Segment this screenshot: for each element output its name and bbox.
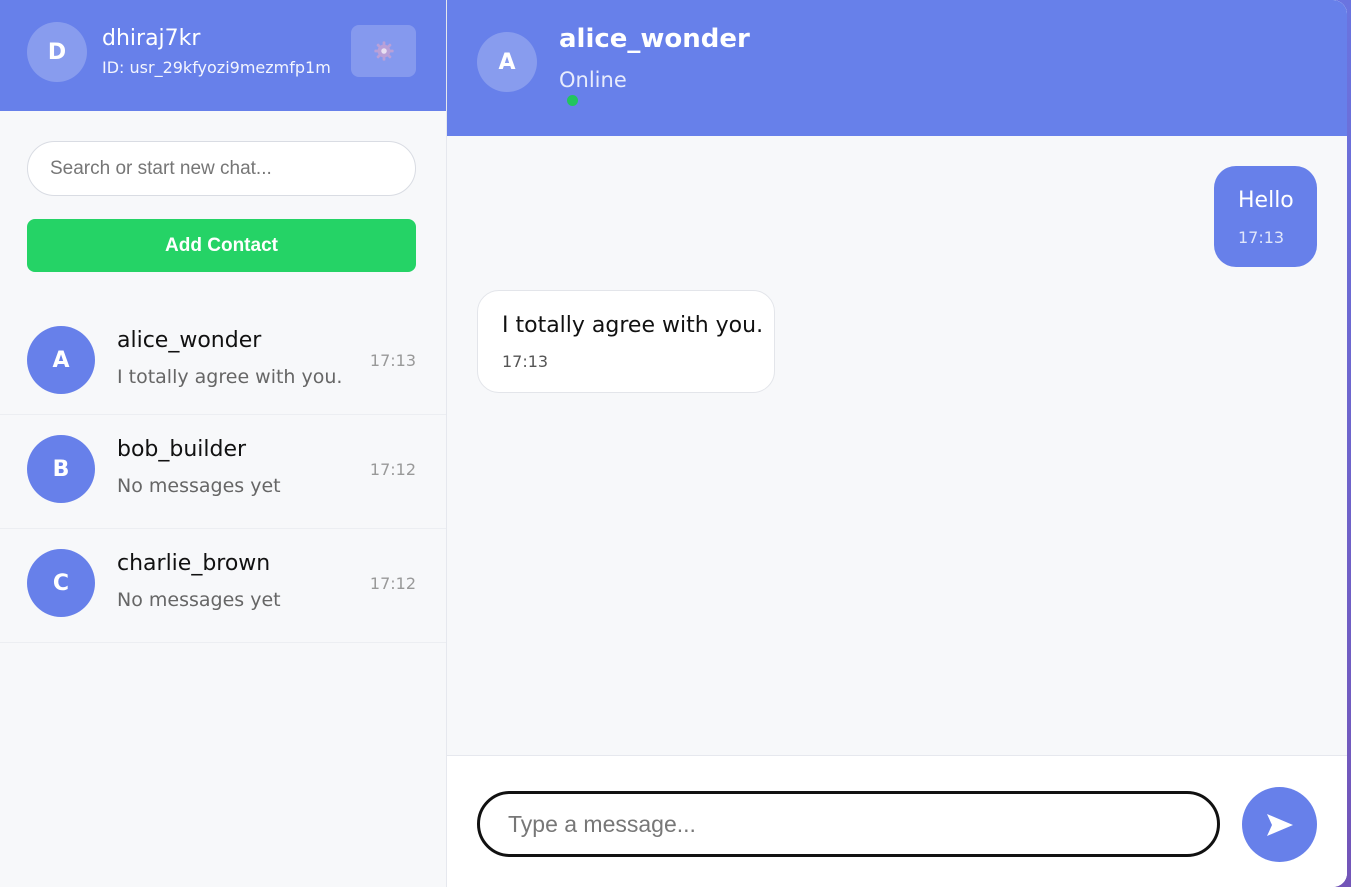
chat-header: A alice_wonder Online	[447, 0, 1347, 136]
peer-name: alice_wonder	[559, 24, 750, 54]
my-avatar: D	[27, 22, 87, 82]
contact-item-bob-builder[interactable]: B bob_builder No messages yet 17:12	[0, 415, 446, 529]
online-indicator	[567, 95, 578, 106]
contact-item-charlie-brown[interactable]: C charlie_brown No messages yet 17:12	[0, 529, 446, 643]
profile-header: D dhiraj7kr ID: usr_29kfyozi9mezmfp1m	[0, 0, 446, 111]
contact-name: alice_wonder	[117, 328, 262, 353]
last-message-preview: I totally agree with you.	[117, 366, 343, 388]
message-time: 17:13	[502, 352, 549, 371]
last-message-time: 17:12	[369, 574, 416, 593]
message-list: Hello 17:13 I totally agree with you. 17…	[447, 136, 1347, 755]
contact-item-alice-wonder[interactable]: A alice_wonder I totally agree with you.…	[0, 306, 446, 415]
gear-icon	[373, 41, 394, 61]
avatar: A	[27, 326, 95, 394]
my-username: dhiraj7kr	[102, 26, 201, 51]
message-text: I totally agree with you.	[502, 313, 764, 338]
last-message-preview: No messages yet	[117, 475, 281, 497]
message-bubble-outgoing: Hello 17:13	[1214, 166, 1317, 267]
contact-name: charlie_brown	[117, 551, 271, 576]
last-message-time: 17:12	[369, 460, 416, 479]
avatar: B	[27, 435, 95, 503]
chat-panel: A alice_wonder Online Hello 17:13 I tota…	[447, 0, 1347, 887]
settings-button[interactable]	[351, 25, 416, 77]
send-button[interactable]	[1242, 787, 1317, 862]
chat-app: D dhiraj7kr ID: usr_29kfyozi9mezmfp1m Se…	[0, 0, 1347, 887]
search-area	[0, 111, 446, 196]
add-contact-button[interactable]: Add Contact	[27, 219, 416, 272]
avatar: C	[27, 549, 95, 617]
search-input[interactable]	[27, 141, 416, 196]
contact-name: bob_builder	[117, 437, 247, 462]
message-input[interactable]	[477, 791, 1220, 857]
sidebar: D dhiraj7kr ID: usr_29kfyozi9mezmfp1m Se…	[0, 0, 447, 887]
contact-list: A alice_wonder I totally agree with you.…	[0, 306, 446, 643]
send-icon	[1266, 813, 1293, 836]
last-message-time: 17:13	[369, 351, 416, 370]
last-message-preview: No messages yet	[117, 589, 281, 611]
message-bubble-incoming: I totally agree with you. 17:13	[477, 290, 775, 393]
peer-status: Online	[559, 68, 627, 92]
message-text: Hello	[1238, 188, 1294, 213]
message-composer	[447, 755, 1347, 887]
my-user-id: ID: usr_29kfyozi9mezmfp1m	[102, 58, 331, 77]
message-time: 17:13	[1238, 228, 1285, 247]
peer-avatar: A	[477, 32, 537, 92]
